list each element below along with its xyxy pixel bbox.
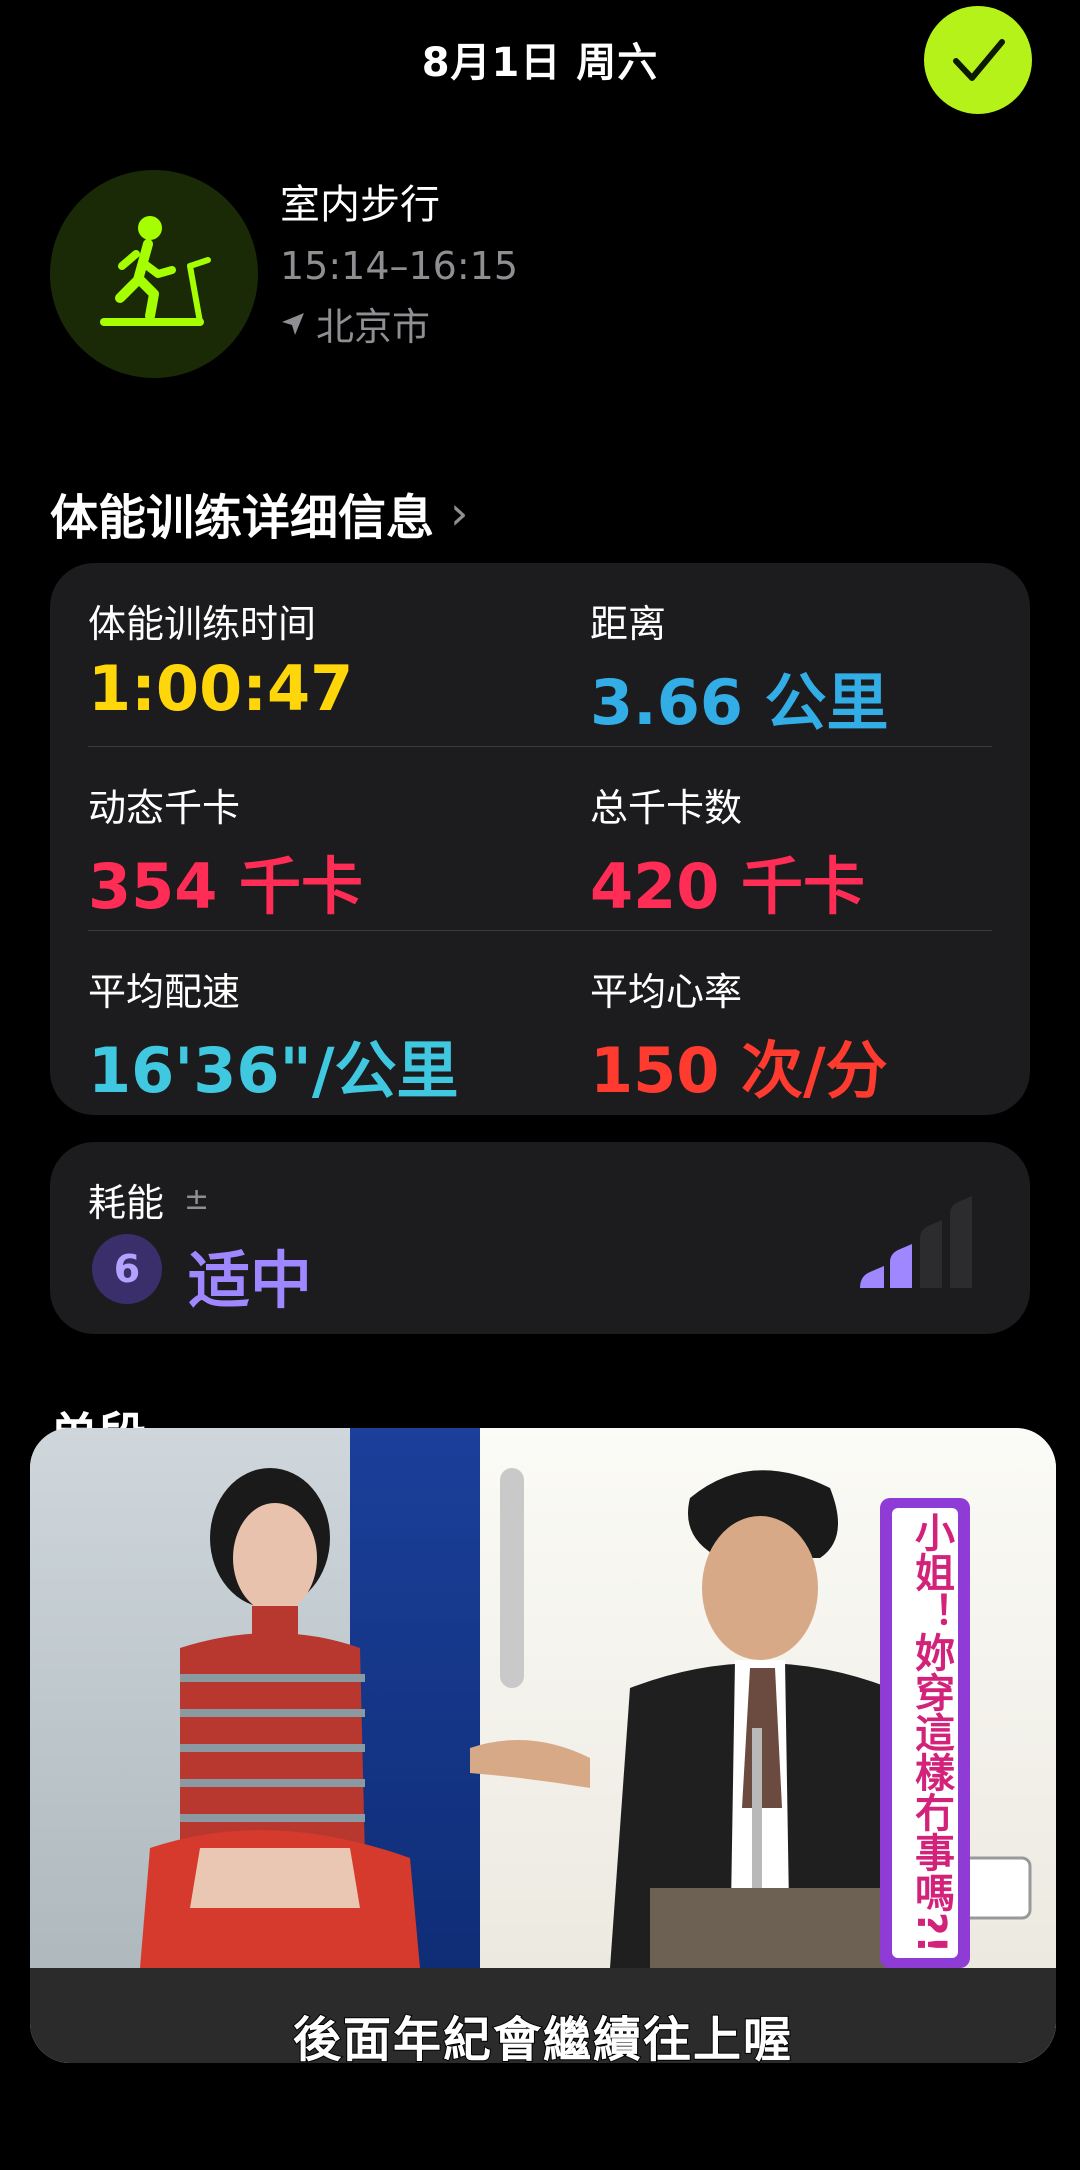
done-button[interactable] [924, 6, 1032, 114]
metric-value: 150 次/分 [590, 1034, 888, 1107]
metric-avg-heart-rate: 平均心率 150 次/分 [590, 961, 888, 1110]
workout-location: 北京市 [280, 296, 430, 351]
workout-details-header[interactable]: 体能训练详细信息 › [50, 478, 468, 548]
metric-value: 354 千卡 [88, 850, 364, 923]
effort-label-row: 耗能 ± [88, 1172, 209, 1227]
effort-level: 适中 [188, 1244, 313, 1317]
effort-label: 耗能 [88, 1181, 165, 1225]
divider [88, 930, 992, 931]
workout-details-card: 体能训练时间 1:00:47 距离 3.66 公里 动态千卡 354 千卡 总千… [50, 563, 1030, 1115]
workout-title: 室内步行 [280, 182, 440, 228]
metric-duration: 体能训练时间 1:00:47 [88, 593, 353, 725]
metric-value: 420 千卡 [590, 850, 866, 923]
metric-active-calories: 动态千卡 354 千卡 [88, 777, 363, 926]
effort-bars-icon [860, 1196, 972, 1288]
metric-label: 动态千卡 [88, 786, 241, 830]
workout-details-title: 体能训练详细信息 [50, 490, 435, 546]
metric-avg-pace: 平均配速 16'36"/公里 [88, 961, 459, 1110]
location-arrow-icon [282, 312, 304, 335]
chevron-right-icon: › [450, 486, 469, 540]
metric-value: 3.66 公里 [590, 666, 889, 739]
metric-value: 1:00:47 [88, 652, 354, 725]
effort-bar-1 [860, 1266, 884, 1288]
date-title: 8月1日 周六 [421, 40, 659, 86]
effort-card[interactable]: 耗能 ± 6 适中 [50, 1142, 1030, 1334]
indoor-walk-icon [50, 170, 258, 378]
effort-bar-4 [950, 1196, 972, 1288]
metric-distance: 距离 3.66 公里 [590, 593, 889, 742]
plus-minus-icon: ± [184, 1182, 210, 1217]
metric-total-calories: 总千卡数 420 千卡 [590, 777, 865, 926]
effort-bar-2 [890, 1244, 912, 1288]
video-side-sign: 小姐！妳穿這樣冇事嗎?! [880, 1498, 970, 1968]
metric-label: 总千卡数 [590, 786, 743, 830]
video-caption: 後面年紀會繼續往上喔 [292, 2011, 793, 2063]
video-side-text: 小姐！妳穿這樣冇事嗎?! [892, 1508, 958, 1958]
effort-score-badge: 6 [92, 1234, 162, 1304]
metric-label: 平均配速 [88, 970, 241, 1014]
workout-time-range: 15:14–16:15 [280, 244, 519, 288]
metric-label: 平均心率 [590, 970, 743, 1014]
metric-label: 体能训练时间 [88, 602, 317, 646]
metric-value: 16'36"/公里 [88, 1034, 459, 1107]
checkmark-icon [953, 39, 1005, 81]
metric-label: 距离 [590, 602, 667, 646]
divider [88, 746, 992, 747]
effort-bar-3 [920, 1220, 942, 1288]
video-overlay[interactable]: 小姐！妳穿這樣冇事嗎?! 後面年紀會繼續往上喔 [30, 1428, 1056, 2063]
location-text: 北京市 [316, 305, 431, 349]
